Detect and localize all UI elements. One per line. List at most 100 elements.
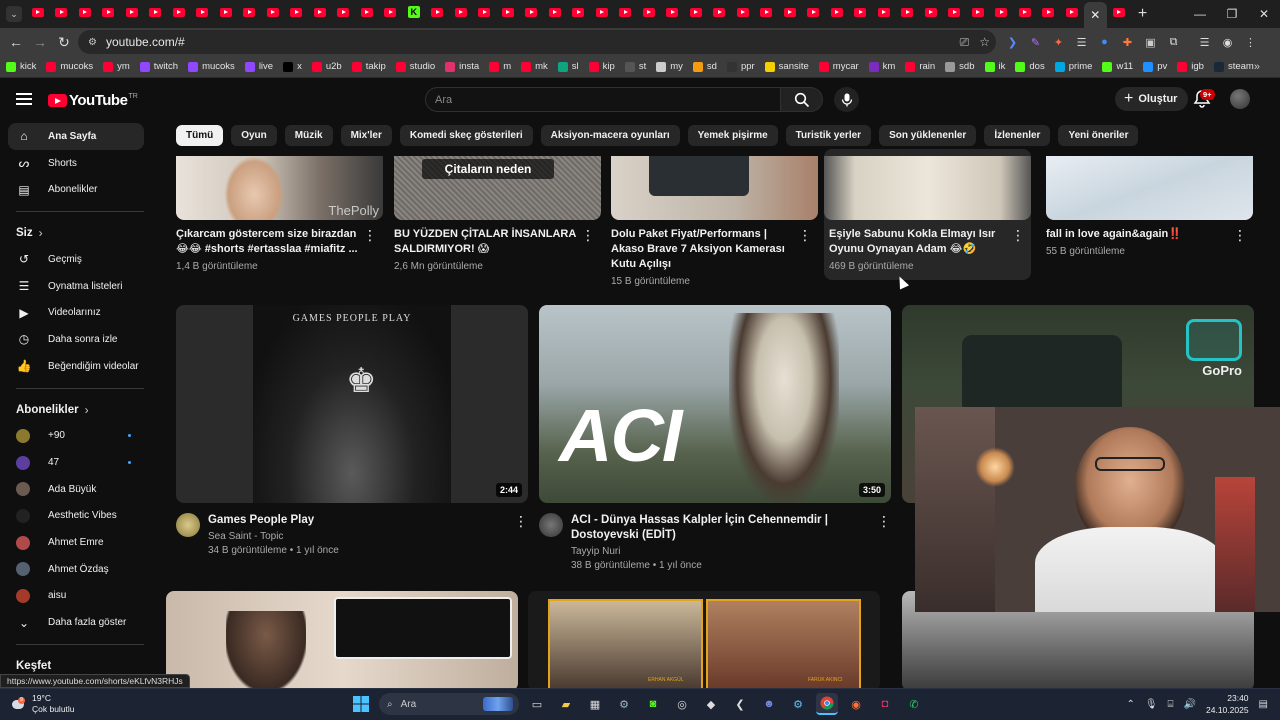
bookmark-item[interactable]: st [624,61,646,72]
browser-tab[interactable] [590,0,614,24]
bookmark-item[interactable]: twitch [139,61,178,72]
browser-tab[interactable] [731,0,755,24]
browser-tab[interactable] [120,0,144,24]
bookmark-item[interactable]: live [244,61,273,72]
bookmark-item[interactable]: w11 [1102,61,1133,72]
subscription-item[interactable]: Ahmet Özdaş [0,556,160,583]
browser-tab[interactable] [449,0,473,24]
channel-name[interactable]: Sea Saint - Topic [208,530,508,544]
bookmarks-overflow-icon[interactable]: » [1254,61,1260,73]
task-view-icon[interactable]: ▭ [526,693,548,715]
bookmark-item[interactable]: ym [103,61,130,72]
sidebar-you-header[interactable]: Siz › [0,220,160,246]
bookmark-item[interactable]: takip [351,61,386,72]
video-card[interactable]: ACI 3:50 ACI - Dünya Hassas Kalpler İçin… [539,305,891,573]
guide-menu-icon[interactable] [16,93,32,105]
browser-tab[interactable] [567,0,591,24]
bookmark-item[interactable]: mk [521,61,548,72]
browser-tab[interactable] [872,0,896,24]
clock[interactable]: 23:40 24.10.2025 [1206,692,1249,716]
bookmark-item[interactable]: steam [1213,61,1254,72]
browser-tab[interactable] [778,0,802,24]
more-vert-icon[interactable]: ⋮ [514,513,528,530]
filter-chip[interactable]: Mix'ler [340,125,392,146]
extension-icon[interactable]: ✚ [1119,32,1136,52]
video-thumbnail[interactable] [166,591,518,688]
video-thumbnail[interactable]: GAMES PEOPLE PLAY ♚ 2:44 [176,305,528,503]
sidebar-subscriptions-header[interactable]: Abonelikler › [0,397,160,423]
minimize-icon[interactable]: — [1184,0,1216,28]
video-title[interactable]: fall in love again&again‼️ [1046,227,1228,242]
channel-avatar[interactable] [539,513,563,537]
browser-tab[interactable] [214,0,238,24]
tray-overflow-icon[interactable]: ⌃ [1126,699,1134,710]
browser-tab[interactable] [1013,0,1037,24]
bookmark-item[interactable]: rain [905,61,935,72]
more-vert-icon[interactable]: ⋮ [363,227,377,244]
github-icon[interactable]: ◎ [671,693,693,715]
subscription-item[interactable]: Aesthetic Vibes [0,503,160,530]
more-vert-icon[interactable]: ⋮ [798,227,812,244]
browser-tab[interactable] [614,0,638,24]
browser-tab[interactable] [167,0,191,24]
bookmark-item[interactable]: insta [445,61,479,72]
channel-avatar[interactable] [176,513,200,537]
browser-tab[interactable] [543,0,567,24]
chrome-icon[interactable] [816,693,838,715]
browser-tab[interactable] [943,0,967,24]
browser-tab[interactable]: K [402,0,426,24]
restore-icon[interactable]: ❐ [1216,0,1248,28]
active-tab[interactable]: ✕ [1083,2,1107,28]
short-card[interactable]: ThePolly Çıkarcam göstercem size birazda… [176,156,383,274]
browser-tab[interactable] [496,0,520,24]
windows-start-icon[interactable] [350,693,372,715]
browser-tab[interactable] [802,0,826,24]
discord-icon[interactable]: ☻ [758,693,780,715]
filter-chip[interactable]: Aksiyon-macera oyunları [540,125,680,146]
browser-tab[interactable] [379,0,403,24]
short-card[interactable]: fall in love again&again‼️ ⋮ 55 B görünt… [1046,156,1253,259]
short-thumbnail[interactable]: ThePolly [176,156,383,220]
browser-tab[interactable] [684,0,708,24]
browser-tab[interactable] [26,0,50,24]
filter-chip[interactable]: Müzik [284,125,333,146]
browser-tab[interactable] [520,0,544,24]
browser-tab[interactable] [849,0,873,24]
video-title[interactable]: BU YÜZDEN ÇİTALAR İNSANLARA SALDIRMIYOR!… [394,227,576,257]
forward-icon[interactable]: → [28,34,52,50]
short-thumbnail[interactable] [611,156,818,220]
extension-icon[interactable]: ✦ [1050,32,1067,52]
browser-tab[interactable] [661,0,685,24]
bookmark-item[interactable]: sl [557,61,579,72]
bookmark-item[interactable]: u2b [311,61,342,72]
browser-tab[interactable] [285,0,309,24]
notifications-icon[interactable]: ▤ [1259,699,1268,710]
bookmark-item[interactable]: kick [6,61,36,72]
browser-tab[interactable] [144,0,168,24]
video-thumbnail[interactable]: ERHAN AKGÜL FARUK AKINCI [528,591,880,688]
address-bar[interactable]: ⚙ youtube.com/# ⎚ ☆ [78,30,996,54]
browser-tab[interactable] [191,0,215,24]
filter-chip[interactable]: Yemek pişirme [687,125,778,146]
filter-chip[interactable]: Yeni öneriler [1058,125,1139,146]
filter-chip[interactable]: Oyun [231,125,277,146]
extension-icon[interactable]: ✎ [1027,32,1044,52]
short-card-hovered[interactable]: Eşiyle Sabunu Kokla Elmayı Isır Oyunu Oy… [824,149,1031,280]
settings-icon[interactable]: ⚙ [613,693,635,715]
tab-search-dropdown[interactable]: ⌄ [6,6,22,22]
browser-tab[interactable] [896,0,920,24]
reload-icon[interactable]: ↻ [52,34,76,51]
bookmark-item[interactable]: mucoks [188,61,235,72]
browser-tab[interactable] [708,0,732,24]
sidebar-item[interactable]: ⌂ Ana Sayfa [8,123,144,150]
search-input[interactable] [435,93,755,106]
extension-icon[interactable]: ● [1096,32,1113,52]
sidebar-item[interactable]: 👍 Beğendiğim videolar [0,353,160,380]
video-thumbnail[interactable]: ACI 3:50 [539,305,891,503]
short-thumbnail[interactable]: Çitaların neden [394,156,601,220]
close-window-icon[interactable]: ✕ [1248,0,1280,28]
new-tab-button[interactable]: + [1131,5,1155,23]
browser-tab[interactable] [966,0,990,24]
sidebar-item[interactable]: ▤ Abonelikler [0,176,160,203]
more-vert-icon[interactable]: ⋮ [581,227,595,244]
